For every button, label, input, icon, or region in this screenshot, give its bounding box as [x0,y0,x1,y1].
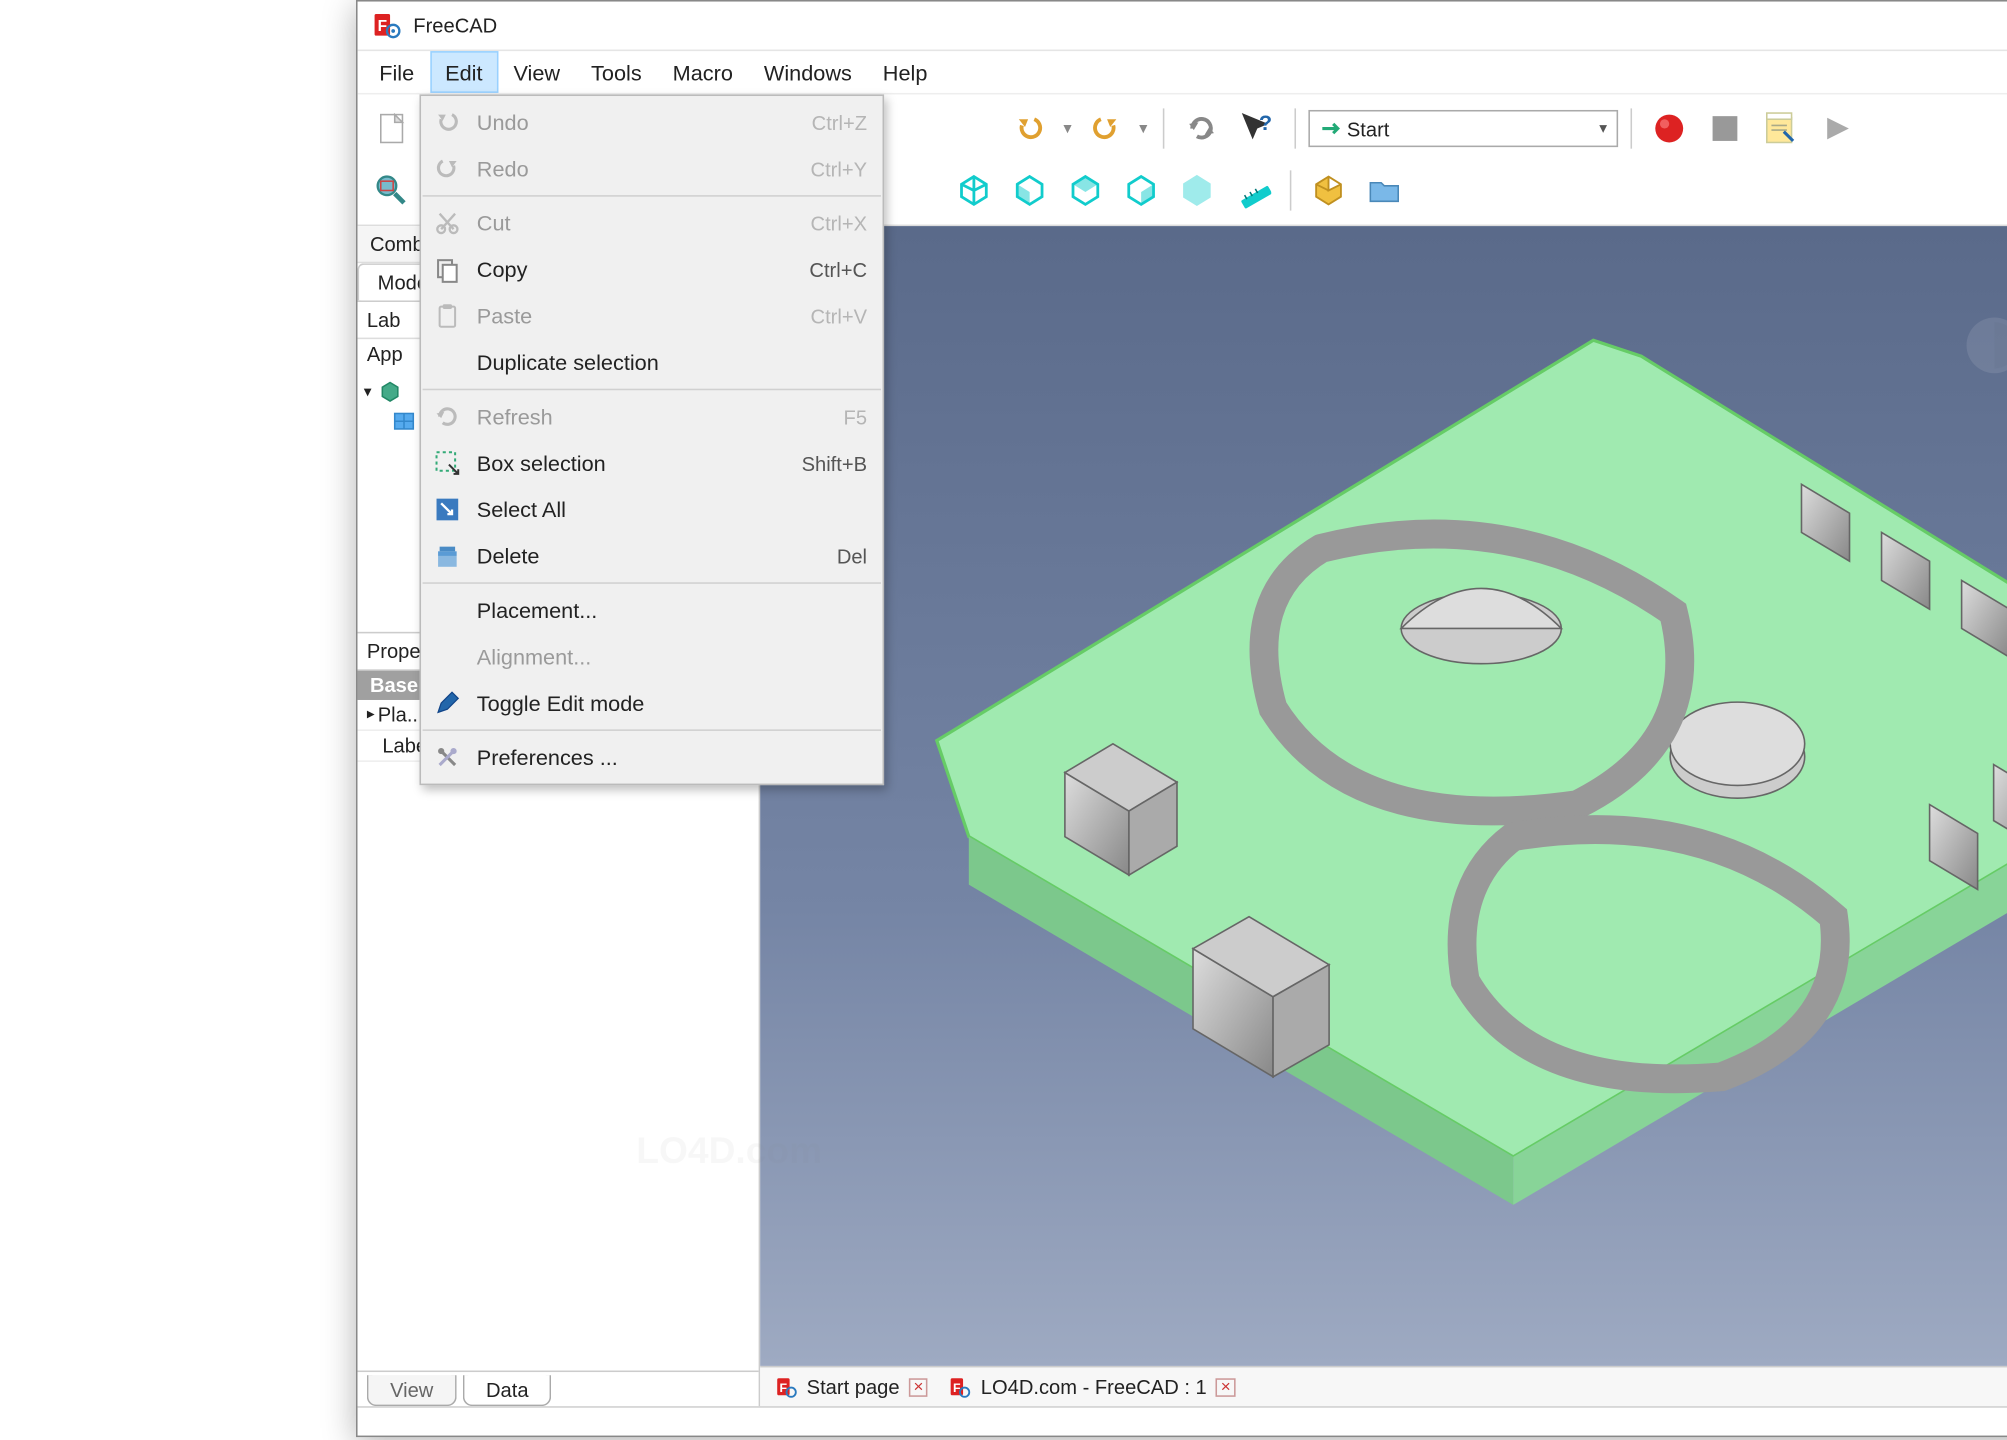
edit-menu-dropdown: UndoCtrl+Z RedoCtrl+Y CutCtrl+X CopyCtrl… [419,94,884,785]
iso-view-button[interactable] [949,166,999,216]
doc-tab-start[interactable]: F Start page × [775,1375,927,1398]
mesh-icon [391,407,416,432]
close-icon[interactable]: × [1216,1377,1235,1396]
menu-file[interactable]: File [363,51,429,93]
menu-select-all[interactable]: Select All [421,486,882,532]
app-icon: F [373,12,401,40]
svg-text:?: ? [1258,110,1271,135]
redo-icon [427,152,467,186]
menu-preferences[interactable]: Preferences ... [421,734,882,780]
cut-icon [427,206,467,240]
menu-view[interactable]: View [497,51,575,93]
titlebar: F FreeCAD [357,2,2007,52]
menu-cut[interactable]: CutCtrl+X [421,200,882,246]
menu-undo[interactable]: UndoCtrl+Z [421,99,882,145]
refresh-toolbar-button[interactable] [1176,104,1226,154]
stop-macro-button[interactable] [1699,104,1749,154]
menu-placement[interactable]: Placement... [421,587,882,633]
menu-toggle-edit[interactable]: Toggle Edit mode [421,680,882,726]
measure-button[interactable] [1227,166,1277,216]
delete-icon [427,539,467,573]
model-render [840,260,2007,1301]
menu-box-selection[interactable]: Box selectionShift+B [421,440,882,486]
new-button[interactable] [366,104,416,154]
whats-this-button[interactable]: ? [1232,104,1282,154]
record-macro-button[interactable] [1644,104,1694,154]
menu-macro[interactable]: Macro [657,51,748,93]
part-button[interactable] [1303,166,1353,216]
menu-redo[interactable]: RedoCtrl+Y [421,146,882,192]
svg-text:F: F [377,17,386,34]
menubar: File Edit View Tools Macro Windows Help … [357,51,2007,94]
redo-toolbar-button[interactable] [1080,104,1130,154]
menu-help[interactable]: Help [867,51,943,93]
zoom-fit-button[interactable] [366,166,416,216]
play-macro-button[interactable] [1811,104,1861,154]
menu-paste[interactable]: PasteCtrl+V [421,293,882,339]
workbench-selector[interactable]: Start▾ [1308,110,1618,147]
3d-viewport[interactable]: LO4D.com [760,226,2007,1366]
window-title: FreeCAD [413,14,497,37]
copy-icon [427,252,467,286]
statusbar: CAD · 235.96 mm x 147.55 mm [357,1406,2007,1440]
menu-windows[interactable]: Windows [748,51,867,93]
document-icon [377,379,402,404]
menu-edit[interactable]: Edit [429,51,497,93]
prop-tab-data[interactable]: Data [462,1375,551,1406]
doc-tab-model[interactable]: F LO4D.com - FreeCAD : 1 × [949,1375,1235,1398]
menu-tools[interactable]: Tools [575,51,657,93]
rear-view-button[interactable] [1172,166,1222,216]
right-view-button[interactable] [1116,166,1166,216]
select-all-icon [427,492,467,526]
close-icon[interactable]: × [908,1377,927,1396]
refresh-icon [427,400,467,434]
menu-alignment[interactable]: Alignment... [421,633,882,679]
menu-duplicate[interactable]: Duplicate selection [421,339,882,385]
preferences-icon [427,740,467,774]
menu-refresh[interactable]: RefreshF5 [421,393,882,439]
prop-tab-view[interactable]: View [366,1375,456,1406]
pencil-icon [427,686,467,720]
menu-delete[interactable]: DeleteDel [421,533,882,579]
box-selection-icon [427,446,467,480]
paste-icon [427,299,467,333]
folder-button[interactable] [1359,166,1409,216]
front-view-button[interactable] [1004,166,1054,216]
document-tabs: F Start page × F LO4D.com - FreeCAD : 1 … [760,1366,2007,1406]
menu-copy[interactable]: CopyCtrl+C [421,246,882,292]
undo-toolbar-button[interactable] [1004,104,1054,154]
undo-icon [427,105,467,139]
top-view-button[interactable] [1060,166,1110,216]
edit-macro-button[interactable] [1755,104,1805,154]
